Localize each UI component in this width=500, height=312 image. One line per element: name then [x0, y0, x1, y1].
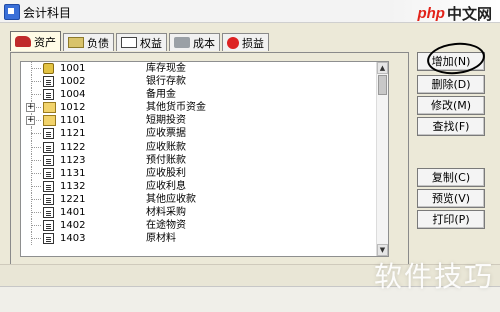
document-icon: [121, 37, 137, 48]
modify-button[interactable]: 修改(M): [417, 96, 485, 115]
delete-button[interactable]: 删除(D): [417, 75, 485, 94]
watermark-caption: 软件技巧: [373, 260, 494, 293]
account-code: 1001: [60, 63, 86, 74]
list-item[interactable]: 1122 应收账款: [21, 140, 388, 154]
scroll-thumb[interactable]: [378, 75, 387, 95]
vertical-scrollbar[interactable]: ▲ ▼: [376, 62, 388, 256]
tab-liabilities[interactable]: 负债: [63, 33, 114, 51]
list-item[interactable]: 1131 应收股利: [21, 166, 388, 180]
preview-button[interactable]: 预览(V): [417, 189, 485, 208]
account-code: 1121: [60, 128, 86, 140]
highlight-circle: [425, 40, 487, 77]
tab-equity[interactable]: 权益: [116, 33, 167, 51]
tool-icon: [174, 37, 190, 48]
tab-profit-loss[interactable]: 损益: [222, 33, 269, 51]
account-name: 材料采购: [146, 207, 186, 219]
account-name: 在途物资: [146, 220, 186, 232]
list-item[interactable]: +1012 其他货币资金: [21, 101, 388, 115]
tab-label: 负债: [87, 36, 109, 50]
tab-label: 成本: [193, 36, 215, 50]
car-icon: [15, 36, 31, 47]
tab-label: 损益: [242, 36, 264, 50]
list-item[interactable]: 1002 银行存款: [21, 75, 388, 89]
account-name: 预付账款: [146, 154, 186, 166]
account-code: 1004: [60, 89, 86, 101]
account-name: 原材料: [146, 233, 176, 245]
folder-icon: [43, 115, 56, 127]
list-item[interactable]: 1121 应收票据: [21, 127, 388, 141]
account-name: 其他应收款: [146, 193, 196, 205]
account-code: 1122: [60, 141, 86, 153]
document-icon: [43, 207, 54, 219]
account-name: 备用金: [146, 89, 176, 101]
accounts-panel: 1001 库存现金 1002 银行存款 1004 备用金 +1012 其他货币资金 +1…: [10, 52, 409, 265]
account-tree-list[interactable]: 1001 库存现金 1002 银行存款 1004 备用金 +1012 其他货币资金 +1…: [20, 61, 389, 257]
list-item[interactable]: 1221 其他应收款: [21, 192, 388, 207]
tab-cost[interactable]: 成本: [169, 33, 220, 51]
account-name: 库存现金: [146, 63, 186, 74]
account-code: 1123: [60, 154, 86, 166]
account-code: 1132: [60, 180, 86, 192]
list-item[interactable]: 1123 预付账款: [21, 153, 388, 167]
document-icon: [43, 220, 54, 232]
account-code: 1012: [60, 102, 86, 114]
account-code: 1002: [60, 76, 86, 88]
account-name: 短期投资: [146, 115, 186, 127]
print-button[interactable]: 打印(P): [417, 210, 485, 229]
document-icon: [43, 128, 54, 140]
list-item[interactable]: 1004 备用金: [21, 88, 388, 102]
expand-icon[interactable]: +: [26, 103, 35, 113]
watermark-logo: php 中文网: [411, 1, 498, 25]
list-item[interactable]: +1101 短期投资: [21, 114, 388, 128]
document-icon: [43, 167, 54, 179]
list-item[interactable]: 1132 应收利息: [21, 179, 388, 193]
document-icon: [43, 76, 54, 88]
scroll-up-icon[interactable]: ▲: [377, 62, 388, 74]
tab-assets[interactable]: 资产: [10, 31, 61, 51]
account-name: 应收利息: [146, 180, 186, 192]
list-item[interactable]: 1403 原材料: [21, 232, 388, 246]
coins-icon: [43, 63, 54, 74]
watermark-logo-red: php: [417, 4, 445, 22]
account-code: 1402: [60, 220, 86, 232]
copy-button[interactable]: 复制(C): [417, 168, 485, 187]
list-item[interactable]: 1401 材料采购: [21, 206, 388, 220]
title-bar: 会计科目 php 中文网: [0, 0, 500, 23]
window-title: 会计科目: [23, 6, 72, 20]
folder-icon: [43, 102, 56, 114]
app-icon: [4, 4, 20, 20]
tab-label: 权益: [140, 36, 162, 50]
folder-icon: [68, 37, 84, 48]
account-code: 1101: [60, 115, 86, 127]
list-item[interactable]: 1402 在途物资: [21, 219, 388, 233]
category-tabs: 资产 负债 权益 成本 损益: [10, 31, 271, 52]
watermark-logo-dark: 中文网: [446, 5, 492, 23]
account-code: 1131: [60, 167, 86, 179]
document-icon: [43, 89, 54, 101]
apple-icon: [227, 36, 239, 49]
account-name: 银行存款: [146, 76, 186, 88]
account-name: 应收股利: [146, 167, 186, 179]
tab-label: 资产: [34, 35, 56, 49]
list-item[interactable]: 1001 库存现金: [21, 62, 388, 76]
document-icon: [43, 180, 54, 192]
document-icon: [43, 141, 54, 153]
document-icon: [43, 233, 54, 245]
account-name: 应收票据: [146, 128, 186, 140]
account-code: 1403: [60, 233, 86, 245]
account-name: 其他货币资金: [146, 102, 206, 114]
account-code: 1221: [60, 193, 86, 205]
document-icon: [43, 154, 54, 166]
expand-icon[interactable]: +: [26, 116, 35, 126]
account-name: 应收账款: [146, 141, 186, 153]
account-code: 1401: [60, 207, 86, 219]
document-icon: [43, 193, 54, 205]
find-button[interactable]: 查找(F): [417, 117, 485, 136]
